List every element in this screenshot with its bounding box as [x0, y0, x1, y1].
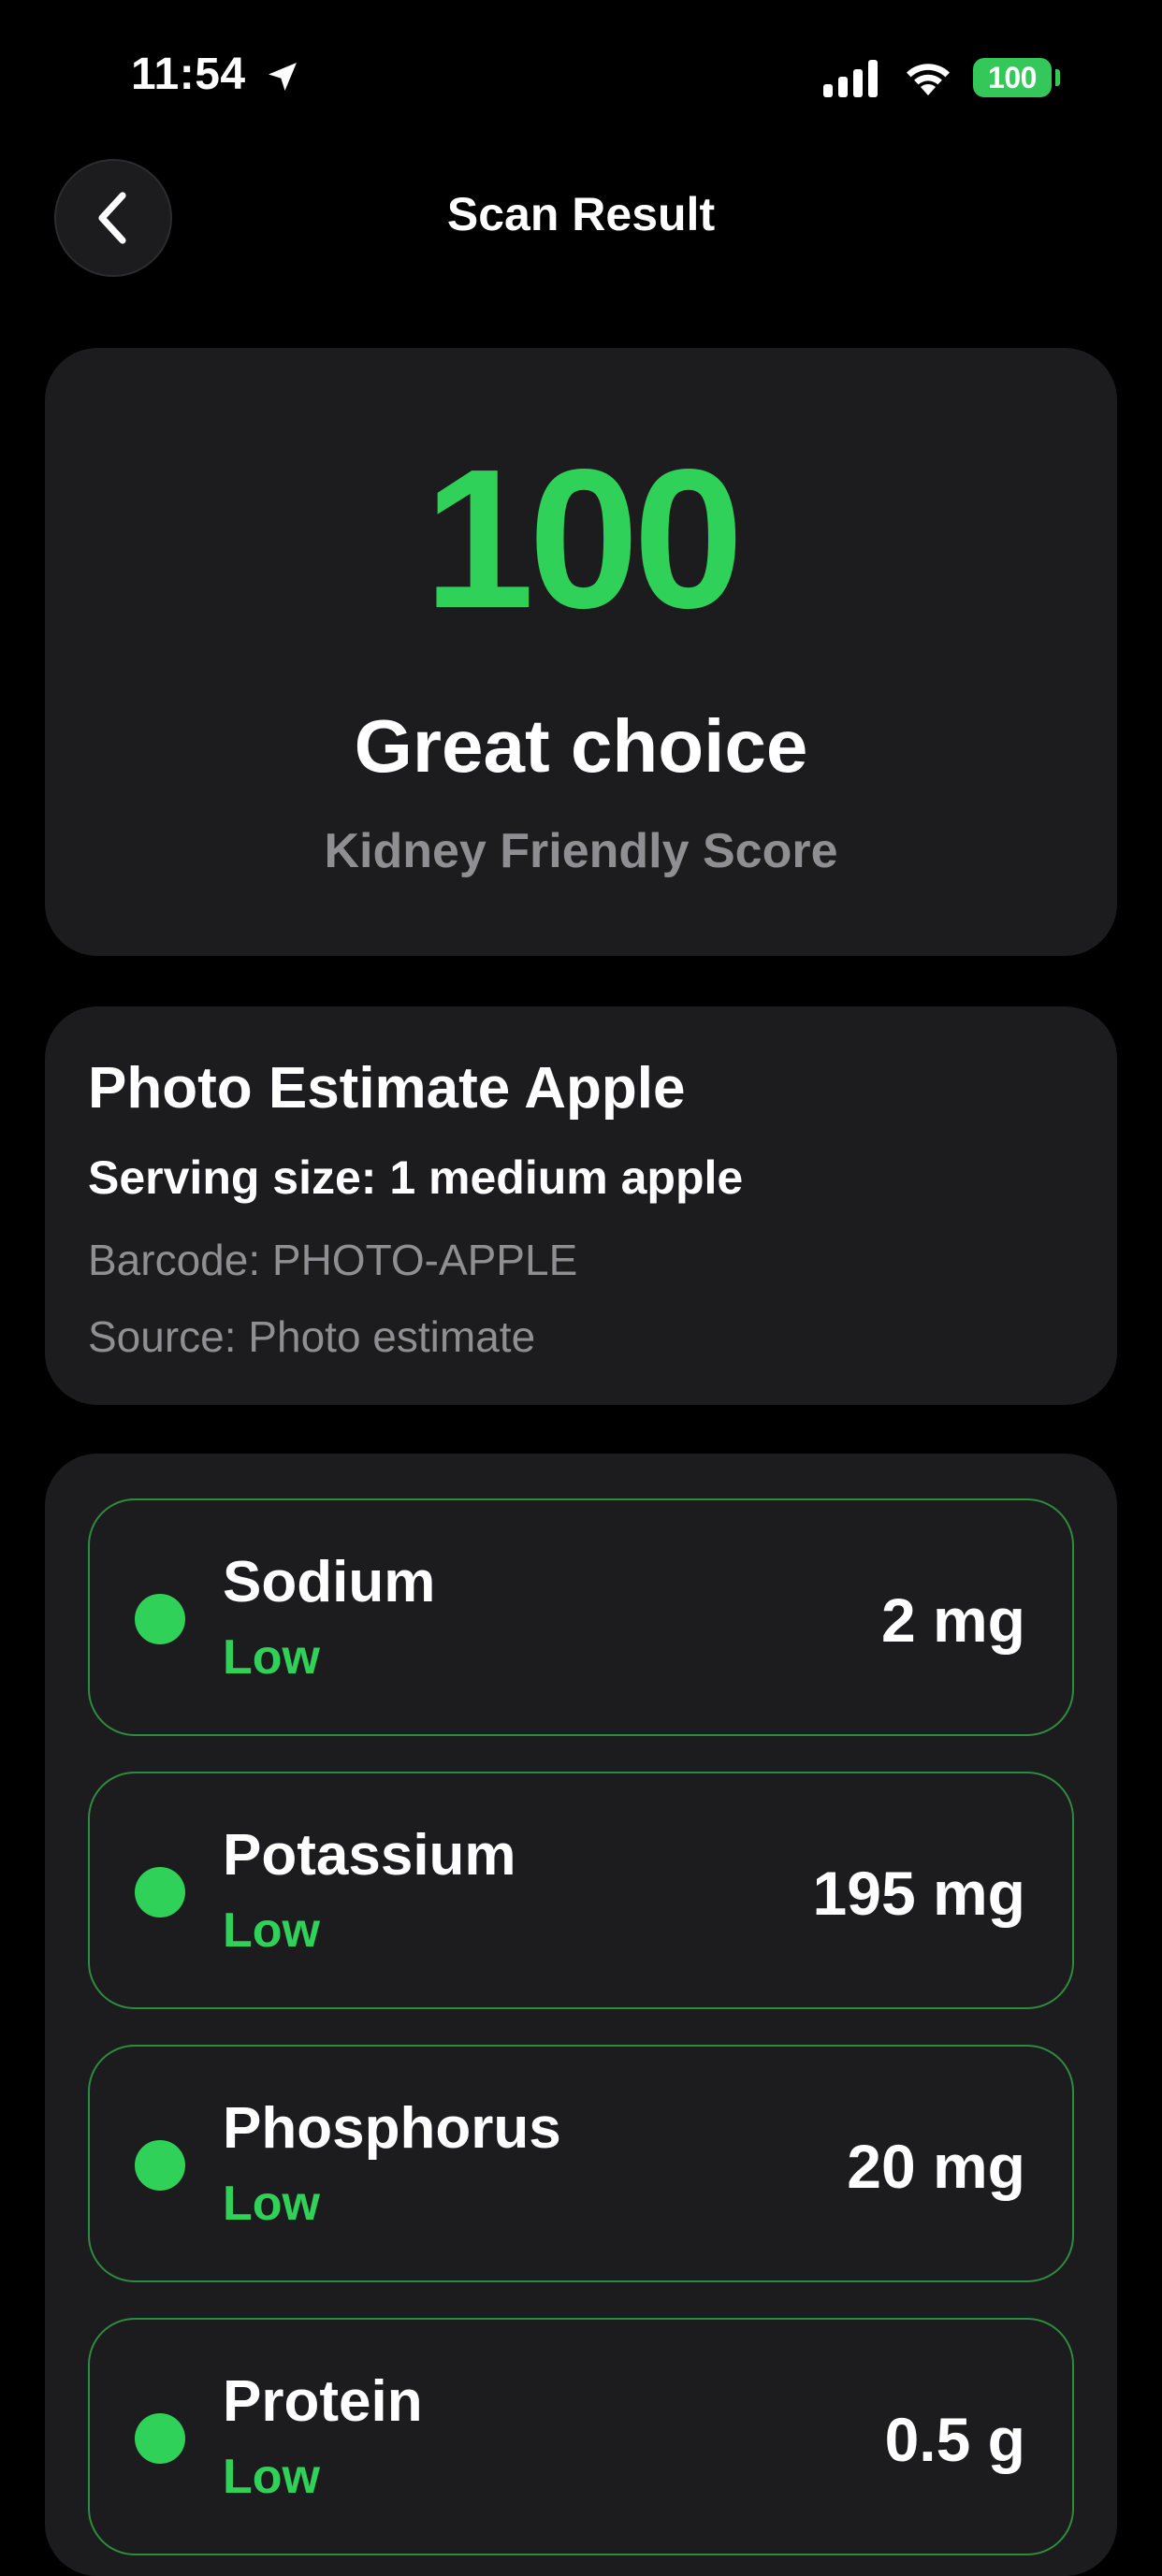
- nutrient-amount: 0.5 g: [884, 2405, 1025, 2474]
- battery-icon: 100: [973, 58, 1052, 97]
- nutrient-name: Sodium: [223, 1550, 436, 1614]
- serving-size: Serving size: 1 medium apple: [88, 1151, 744, 1204]
- status-bar: 11:54 100: [0, 0, 1162, 140]
- nutrient-level: Low: [223, 1630, 320, 1685]
- status-time: 11:54: [131, 50, 246, 99]
- nutrient-amount: 195 mg: [812, 1859, 1025, 1928]
- nutrient-level: Low: [223, 2450, 320, 2504]
- barcode-text: Barcode: PHOTO-APPLE: [88, 1236, 578, 1284]
- status-dot-icon: [135, 1867, 185, 1918]
- page-title: Scan Result: [446, 188, 716, 240]
- nutrient-level: Low: [223, 1903, 320, 1958]
- battery-level: 100: [988, 60, 1037, 94]
- nutrient-name: Potassium: [223, 1823, 516, 1888]
- nutrient-row-potassium[interactable]: Potassium Low 195 mg: [88, 1772, 1074, 2009]
- score-value: 100: [424, 427, 744, 649]
- nutrient-name: Protein: [223, 2369, 423, 2434]
- source-text: Source: Photo estimate: [88, 1312, 536, 1361]
- nutrient-row-phosphorus[interactable]: Phosphorus Low 20 mg: [88, 2045, 1074, 2282]
- status-dot-icon: [135, 1594, 185, 1644]
- score-caption: Kidney Friendly Score: [324, 824, 838, 878]
- location-arrow-icon: [269, 63, 297, 91]
- status-dot-icon: [135, 2413, 185, 2464]
- nutrient-level: Low: [223, 2177, 320, 2231]
- nutrient-name: Phosphorus: [223, 2096, 561, 2161]
- nutrient-row-protein[interactable]: Protein Low 0.5 g: [88, 2318, 1074, 2555]
- nutrient-row-sodium[interactable]: Sodium Low 2 mg: [88, 1498, 1074, 1736]
- cellular-signal-icon: [823, 60, 878, 97]
- product-name: Photo Estimate Apple: [88, 1056, 686, 1121]
- nutrient-amount: 2 mg: [880, 1585, 1025, 1655]
- nutrient-amount: 20 mg: [847, 2132, 1025, 2201]
- score-verdict: Great choice: [354, 704, 808, 788]
- battery-cap: [1055, 69, 1060, 86]
- status-dot-icon: [135, 2140, 185, 2191]
- wifi-icon: [907, 64, 950, 95]
